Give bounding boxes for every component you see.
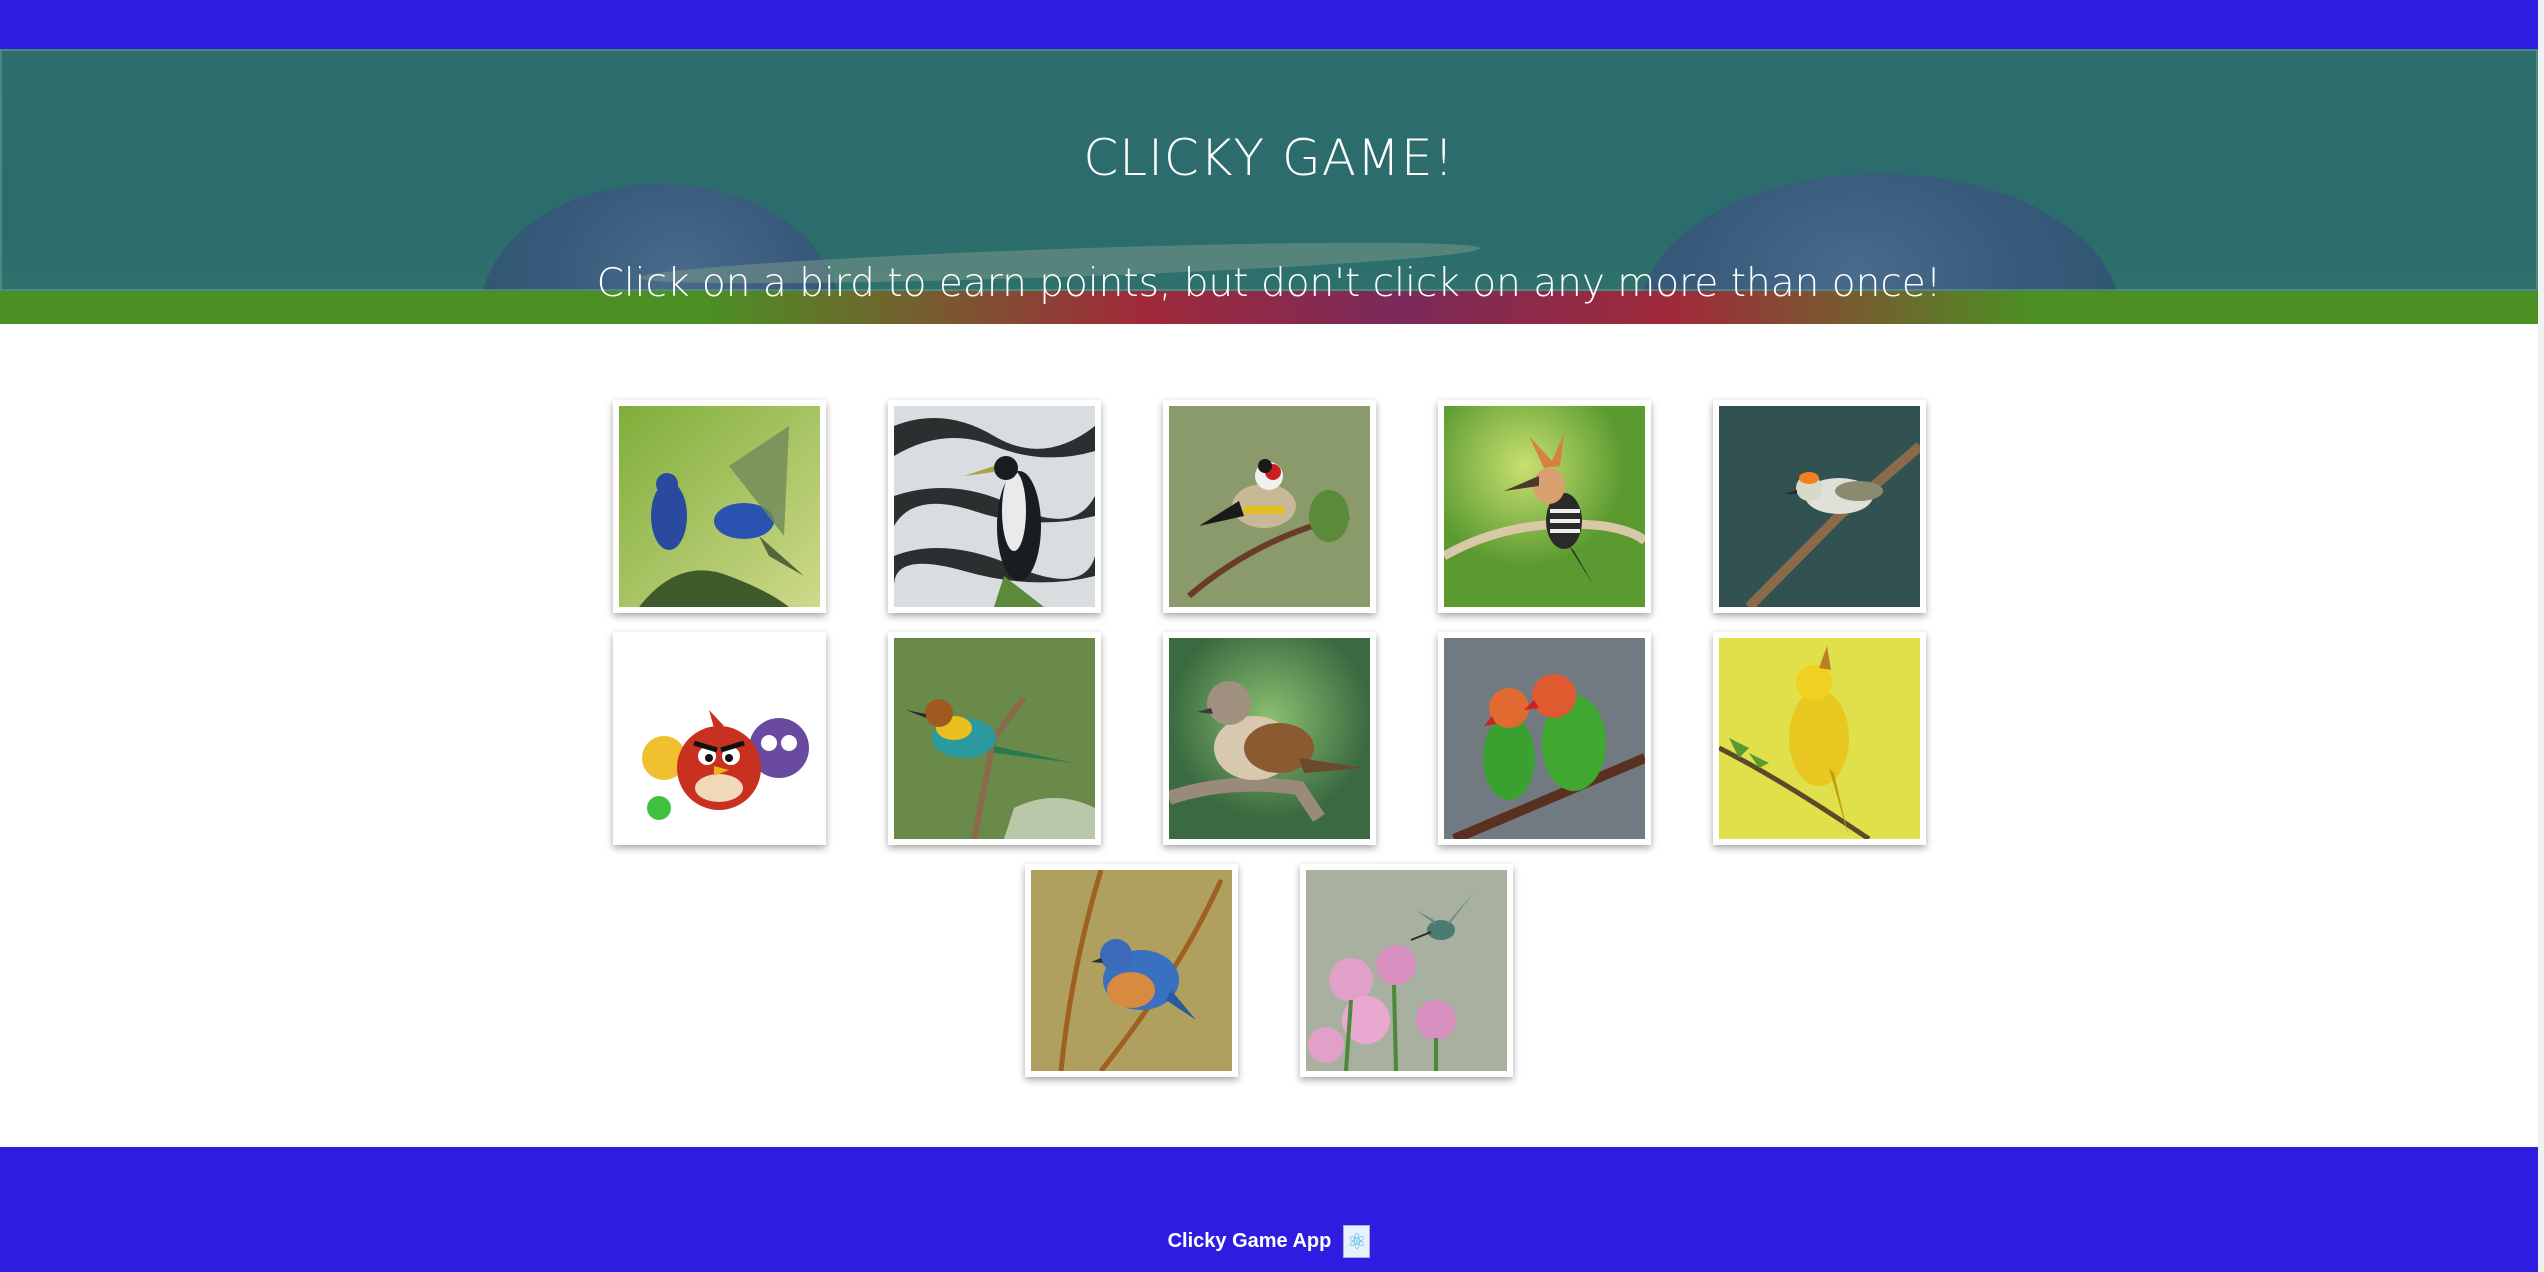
hummingbird-flowers-image: [1306, 870, 1507, 1072]
footer: Clicky Game App ⚛: [0, 1147, 2538, 1272]
game-instructions: Click on a bird to earn points, but don'…: [596, 261, 1942, 306]
bird-card-7[interactable]: [887, 632, 1101, 845]
scrollbar[interactable]: [2538, 0, 2544, 1272]
bird-card-1[interactable]: [612, 400, 826, 613]
firecrest-image: [1718, 406, 1923, 611]
bird-card-3[interactable]: [1162, 400, 1376, 613]
bluebird-image: [1031, 869, 1232, 1073]
bird-card-11[interactable]: [1025, 864, 1238, 1077]
goldfinch-image: [1168, 406, 1370, 607]
yellow-warbler-image: [1717, 638, 1920, 842]
card-row-3: [0, 864, 2538, 1077]
bird-card-8[interactable]: [1162, 632, 1376, 845]
page-title: CLICKY GAME!: [1083, 129, 1455, 187]
bird-card-12[interactable]: [1300, 864, 1513, 1077]
bird-card-4[interactable]: [1437, 400, 1651, 613]
bird-card-6[interactable]: [612, 632, 826, 845]
footer-content: Clicky Game App ⚛: [0, 1225, 2538, 1258]
card-row-2: [0, 632, 2538, 845]
bird-card-9[interactable]: [1437, 632, 1651, 845]
indigo-buntings-image: [618, 406, 820, 607]
footer-text: Clicky Game App: [1167, 1230, 1332, 1252]
bird-on-bark-image: [893, 406, 1095, 607]
card-row-1: [0, 400, 2538, 613]
angry-birds-image: [618, 638, 820, 839]
bird-card-5[interactable]: [1712, 400, 1926, 613]
bird-card-10[interactable]: [1712, 632, 1926, 845]
sparrow-image: [1166, 638, 1370, 839]
bird-card-2[interactable]: [887, 400, 1101, 613]
hoopoe-image: [1441, 406, 1648, 607]
top-navbar: [0, 0, 2538, 49]
bee-eater-image: [893, 638, 1095, 840]
hero-banner: CLICKY GAME! Click on a bird to earn poi…: [0, 49, 2538, 324]
lovebirds-image: [1443, 638, 1647, 844]
react-icon: ⚛: [1343, 1225, 1371, 1258]
